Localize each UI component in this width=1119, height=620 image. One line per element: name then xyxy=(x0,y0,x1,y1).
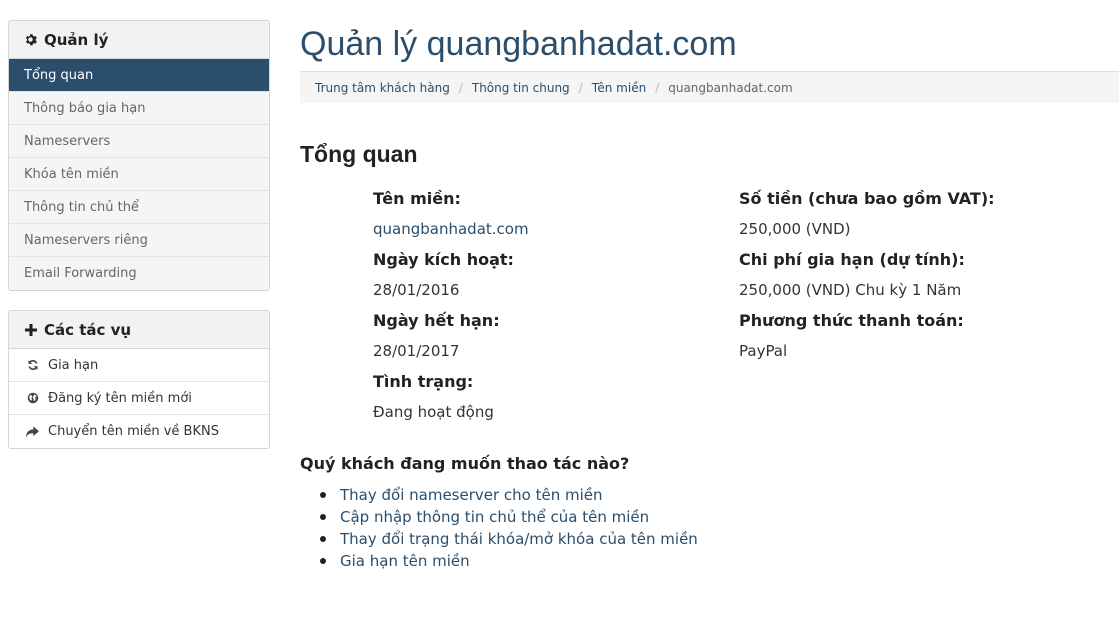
list-item: Cập nhập thông tin chủ thể của tên miền xyxy=(320,506,698,528)
actions-panel: Các tác vụ Gia hạn Đăng ký tên miền mới … xyxy=(8,310,270,449)
refresh-icon xyxy=(26,359,39,372)
list-item: Thay đổi trạng thái khóa/mở khóa của tên… xyxy=(320,528,698,550)
amount-value: 250,000 (VND) xyxy=(739,220,851,238)
breadcrumb-current-domain: quangbanhadat.com xyxy=(668,80,793,95)
renew-cost-value: 250,000 (VND) Chu kỳ 1 Năm xyxy=(739,281,962,299)
page-title: Quản lý quangbanhadat.com xyxy=(300,25,737,63)
domain-label: Tên miền: xyxy=(373,189,461,208)
action-register-domain[interactable]: Đăng ký tên miền mới xyxy=(9,382,269,415)
sidebar-item-owner-info[interactable]: Thông tin chủ thể xyxy=(9,191,269,224)
breadcrumb-domains[interactable]: Tên miền xyxy=(592,81,646,95)
manage-panel: Quản lý Tổng quan Thông báo gia hạn Name… xyxy=(8,20,270,291)
payment-method-value: PayPal xyxy=(739,342,788,360)
manage-panel-header: Quản lý xyxy=(9,21,269,59)
actions-panel-title: Các tác vụ xyxy=(44,320,132,339)
action-renew[interactable]: Gia hạn xyxy=(9,349,269,382)
expiry-date-value: 28/01/2017 xyxy=(373,342,460,360)
expiry-date-label: Ngày hết hạn: xyxy=(373,311,500,330)
breadcrumb: Trung tâm khách hàng / Thông tin chung /… xyxy=(300,71,1119,103)
share-arrow-icon xyxy=(26,425,39,438)
bullet-icon xyxy=(320,536,326,542)
sidebar-item-private-nameservers[interactable]: Nameservers riêng xyxy=(9,224,269,257)
change-nameserver-link[interactable]: Thay đổi nameserver cho tên miền xyxy=(340,486,603,504)
amount-label: Số tiền (chưa bao gồm VAT): xyxy=(739,189,995,208)
renew-domain-link[interactable]: Gia hạn tên miền xyxy=(340,552,470,570)
action-register-domain-label: Đăng ký tên miền mới xyxy=(48,390,192,406)
section-title: Tổng quan xyxy=(300,141,418,167)
activation-date-value: 28/01/2016 xyxy=(373,281,460,299)
update-owner-info-link[interactable]: Cập nhập thông tin chủ thể của tên miền xyxy=(340,508,649,526)
plus-icon xyxy=(24,323,37,336)
actions-panel-header: Các tác vụ xyxy=(9,311,269,349)
gear-icon xyxy=(24,33,37,46)
sidebar-item-email-forwarding[interactable]: Email Forwarding xyxy=(9,257,269,290)
sidebar-item-renewal-notice[interactable]: Thông báo gia hạn xyxy=(9,92,269,125)
bullet-icon xyxy=(320,514,326,520)
activation-date-label: Ngày kích hoạt: xyxy=(373,250,514,269)
breadcrumb-customer-center[interactable]: Trung tâm khách hàng xyxy=(315,81,450,95)
globe-icon xyxy=(26,392,39,405)
list-item: Thay đổi nameserver cho tên miền xyxy=(320,484,698,506)
action-transfer-domain[interactable]: Chuyển tên miền về BKNS xyxy=(9,415,269,448)
breadcrumb-separator: / xyxy=(578,80,583,95)
breadcrumb-separator: / xyxy=(655,80,660,95)
toggle-lock-link[interactable]: Thay đổi trạng thái khóa/mở khóa của tên… xyxy=(340,530,698,548)
breadcrumb-separator: / xyxy=(458,80,463,95)
domain-value-link[interactable]: quangbanhadat.com xyxy=(373,220,529,238)
list-item: Gia hạn tên miền xyxy=(320,550,698,572)
status-label: Tình trạng: xyxy=(373,372,474,391)
renew-cost-label: Chi phí gia hạn (dự tính): xyxy=(739,250,965,269)
action-transfer-domain-label: Chuyển tên miền về BKNS xyxy=(48,424,219,439)
breadcrumb-general-info[interactable]: Thông tin chung xyxy=(472,81,570,95)
action-renew-label: Gia hạn xyxy=(48,357,99,373)
status-value: Đang hoạt động xyxy=(373,403,494,421)
sidebar-item-nameservers[interactable]: Nameservers xyxy=(9,125,269,158)
sidebar-item-overview[interactable]: Tổng quan xyxy=(9,59,269,92)
question-heading: Quý khách đang muốn thao tác nào? xyxy=(300,454,630,473)
action-links-list: Thay đổi nameserver cho tên miền Cập nhậ… xyxy=(320,484,698,572)
payment-method-label: Phương thức thanh toán: xyxy=(739,311,964,330)
bullet-icon xyxy=(320,558,326,564)
sidebar-item-domain-lock[interactable]: Khóa tên miền xyxy=(9,158,269,191)
manage-panel-title: Quản lý xyxy=(44,30,109,49)
bullet-icon xyxy=(320,492,326,498)
